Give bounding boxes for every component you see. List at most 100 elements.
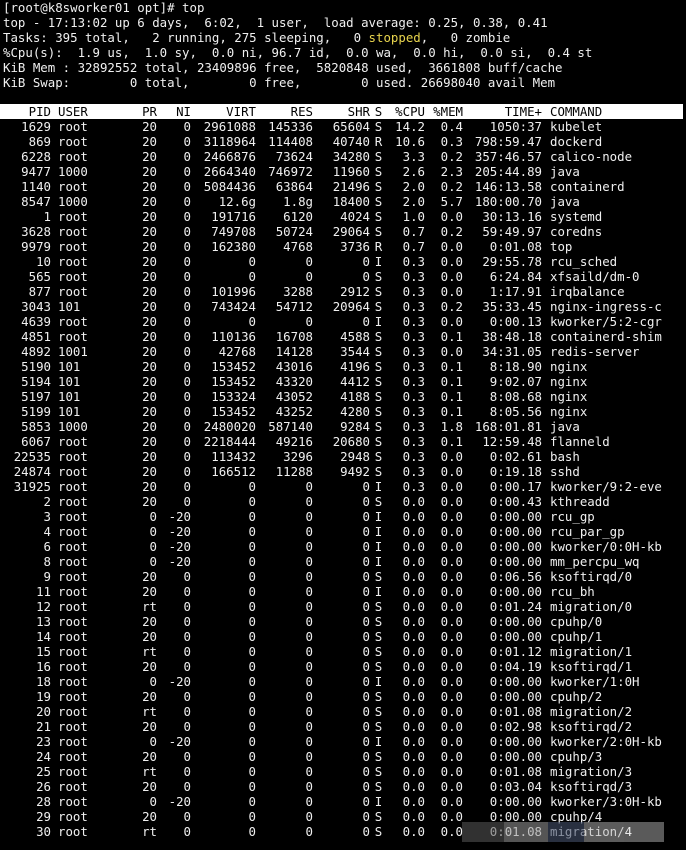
- cell-nice: 0: [183, 299, 191, 314]
- cell-command: containerd: [550, 179, 625, 194]
- cell-cpu-pct: 0.0: [402, 494, 425, 509]
- cell-pid: 4: [43, 524, 51, 539]
- cell-mem-pct: 0.0: [440, 539, 463, 554]
- cell-command: redis-server: [550, 344, 640, 359]
- cell-priority: 20: [142, 419, 157, 434]
- terminal-window[interactable]: [root@k8sworker01 opt]# top top - 17:13:…: [0, 0, 686, 850]
- cell-command: migration/1: [550, 644, 633, 659]
- cell-res: 0: [305, 764, 313, 779]
- cell-nice: 0: [183, 209, 191, 224]
- table-row: 4892 1001 20 0 42768 14128 3544 S 0.3 0.0 34:31.05…: [3, 344, 686, 359]
- cell-priority: 20: [142, 749, 157, 764]
- cell-res: 0: [305, 569, 313, 584]
- cell-state: S: [374, 629, 383, 644]
- cell-user: root: [58, 749, 88, 764]
- cell-virt: 2466876: [203, 149, 256, 164]
- cell-nice: 0: [183, 224, 191, 239]
- cell-time: 0:00.00: [489, 554, 542, 569]
- cell-cpu-pct: 0.0: [402, 779, 425, 794]
- cell-user: root: [58, 269, 88, 284]
- cell-nice: 0: [183, 659, 191, 674]
- cell-time: 0:06.56: [489, 569, 542, 584]
- cell-virt: 2664340: [203, 164, 256, 179]
- cell-shr: 18400: [332, 194, 370, 209]
- cell-state: S: [374, 419, 383, 434]
- cell-command: ksoftirqd/1: [550, 659, 633, 674]
- cell-cpu-pct: 0.0: [402, 629, 425, 644]
- cell-time: 29:55.78: [482, 254, 542, 269]
- cell-time: 12:59.48: [482, 434, 542, 449]
- cell-nice: -20: [168, 734, 191, 749]
- cell-command: coredns: [550, 224, 603, 239]
- cell-shr: 4024: [340, 209, 370, 224]
- cell-virt: 42768: [218, 344, 256, 359]
- cell-nice: 0: [183, 749, 191, 764]
- cell-cpu-pct: 0.3: [402, 359, 425, 374]
- cell-cpu-pct: 0.0: [402, 509, 425, 524]
- cell-time: 9:02.07: [489, 374, 542, 389]
- cell-priority: 20: [142, 329, 157, 344]
- cell-state: S: [374, 149, 383, 164]
- cell-cpu-pct: 0.0: [402, 569, 425, 584]
- cell-res: 0: [305, 674, 313, 689]
- cell-virt: 0: [248, 779, 256, 794]
- cell-cpu-pct: 0.0: [402, 614, 425, 629]
- cell-mem-pct: 0.1: [440, 329, 463, 344]
- table-row: 18 root 0 -20 0 0 0 I 0.0 0.0 0:00.00 kworker/1:0H: [3, 674, 686, 689]
- cell-virt: 2218444: [203, 434, 256, 449]
- cell-priority: 20: [142, 284, 157, 299]
- cell-virt: 0: [248, 749, 256, 764]
- cell-nice: 0: [183, 344, 191, 359]
- cell-time: 8:08.68: [489, 389, 542, 404]
- cell-nice: 0: [183, 284, 191, 299]
- cell-state: I: [374, 584, 383, 599]
- cell-mem-pct: 0.3: [440, 134, 463, 149]
- cell-command: nginx: [550, 389, 588, 404]
- cell-virt: 2480020: [203, 419, 256, 434]
- cell-user: root: [58, 134, 88, 149]
- cell-priority: 20: [142, 179, 157, 194]
- cell-command: xfsaild/dm-0: [550, 269, 640, 284]
- cell-command: migration/0: [550, 599, 633, 614]
- cell-cpu-pct: 0.0: [402, 794, 425, 809]
- cell-res: 587140: [268, 419, 313, 434]
- cell-virt: 0: [248, 794, 256, 809]
- cell-mem-pct: 0.0: [440, 479, 463, 494]
- cell-priority: 20: [142, 629, 157, 644]
- cell-virt: 743424: [211, 299, 256, 314]
- cell-time: 0:00.00: [489, 749, 542, 764]
- cell-user: 101: [58, 374, 81, 389]
- cell-command: cpuhp/0: [550, 614, 603, 629]
- cell-priority: 20: [142, 224, 157, 239]
- cell-cpu-pct: 0.0: [402, 749, 425, 764]
- cell-user: 1000: [58, 164, 88, 179]
- cell-mem-pct: 0.0: [440, 554, 463, 569]
- cell-cpu-pct: 0.3: [402, 479, 425, 494]
- cell-cpu-pct: 0.7: [402, 239, 425, 254]
- cell-command: sshd: [550, 464, 580, 479]
- table-row: 565 root 20 0 0 0 0 S 0.3 0.0 6:24.84 xfsaild/dm-0: [3, 269, 686, 284]
- cell-res: 0: [305, 539, 313, 554]
- cell-shr: 0: [362, 749, 370, 764]
- column-header-cpu-pct: %CPU: [395, 104, 425, 119]
- cell-virt: 153452: [211, 374, 256, 389]
- cell-pid: 5853: [21, 419, 51, 434]
- cell-priority: 20: [142, 779, 157, 794]
- cell-shr: 2912: [340, 284, 370, 299]
- table-row: 12 root rt 0 0 0 0 S 0.0 0.0 0:01.24 migration/0: [3, 599, 686, 614]
- cell-user: root: [58, 599, 88, 614]
- cell-priority: 20: [142, 449, 157, 464]
- cell-priority: 0: [149, 539, 157, 554]
- cell-mem-pct: 0.0: [440, 734, 463, 749]
- cell-cpu-pct: 2.0: [402, 179, 425, 194]
- cell-nice: 0: [183, 119, 191, 134]
- table-row: 19 root 20 0 0 0 0 S 0.0 0.0 0:00.00 cpuhp/2: [3, 689, 686, 704]
- cell-mem-pct: 0.0: [440, 239, 463, 254]
- cell-res: 63864: [275, 179, 313, 194]
- cell-pid: 5194: [21, 374, 51, 389]
- cell-nice: 0: [183, 704, 191, 719]
- cell-nice: 0: [183, 269, 191, 284]
- summary-cpu-line: %Cpu(s): 1.9 us, 1.0 sy, 0.0 ni, 96.7 id…: [3, 45, 593, 60]
- cell-res: 0: [305, 734, 313, 749]
- cell-cpu-pct: 0.3: [402, 284, 425, 299]
